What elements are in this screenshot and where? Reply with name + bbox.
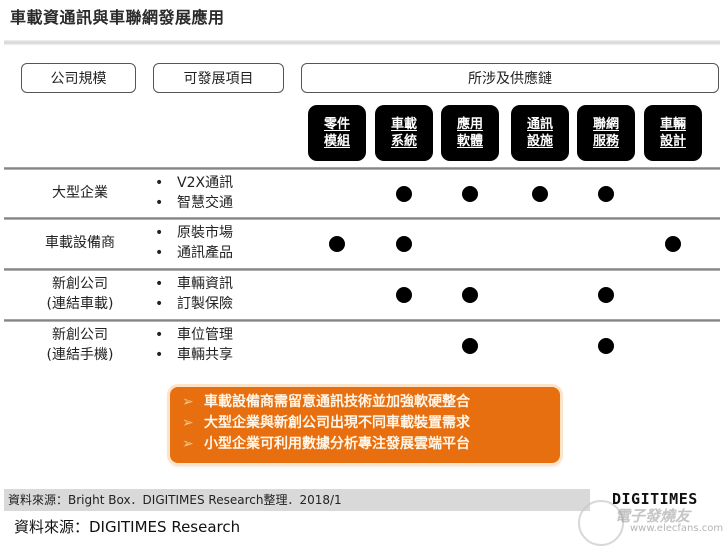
dev-items-cell: 車位管理車輛共享 — [155, 325, 233, 365]
table-row: 大型企業 V2X通訊智慧交通 — [0, 169, 726, 217]
source-bar: 資料來源：Bright Box．DIGITIMES Research整理．201… — [4, 489, 590, 511]
header-supply-chain: 所涉及供應鏈 — [301, 63, 719, 93]
category-line2: 系統 — [390, 134, 417, 149]
involvement-dot — [396, 236, 412, 252]
key-findings-box: 車載設備商需留意通訊技術並加強軟硬整合 大型企業與新創公司出現不同車載裝置需求 … — [170, 387, 560, 463]
involvement-dot — [396, 186, 412, 202]
finding-3: 小型企業可利用數據分析專注發展雲端平台 — [182, 434, 560, 455]
company-scale-cell: 大型企業 — [20, 183, 140, 203]
scale-line2: (連結手機) — [46, 347, 114, 363]
company-scale-cell: 新創公司 (連結車載) — [20, 274, 140, 314]
table-row: 車載設備商 原裝市場通訊產品 — [0, 219, 726, 267]
header-company-scale: 公司規模 — [21, 63, 136, 93]
involvement-dot — [329, 236, 345, 252]
supply-chain-category: 通訊 設施 — [511, 105, 569, 161]
category-line1: 車載 — [390, 117, 417, 132]
scale-line1: 大型企業 — [52, 185, 108, 201]
dev-item: 車位管理 — [155, 325, 233, 345]
source-caption: 資料來源：DIGITIMES Research — [14, 518, 241, 536]
scale-line1: 新創公司 — [52, 327, 108, 343]
category-line2: 模組 — [323, 134, 350, 149]
category-line2: 設施 — [526, 134, 553, 149]
dev-items-cell: 車輛資訊訂製保險 — [155, 274, 233, 314]
involvement-dot — [598, 287, 614, 303]
involvement-dot — [462, 338, 478, 354]
category-line1: 零件 — [323, 117, 350, 132]
scale-line1: 新創公司 — [52, 276, 108, 292]
dev-item: 智慧交通 — [155, 193, 233, 213]
involvement-dot — [396, 287, 412, 303]
category-line1: 通訊 — [526, 117, 553, 132]
involvement-dot — [598, 338, 614, 354]
category-line1: 車輛 — [659, 117, 686, 132]
dev-item: 車輛共享 — [155, 345, 233, 365]
company-scale-cell: 新創公司 (連結手機) — [20, 325, 140, 365]
watermark-url: www.elecfans.com — [630, 523, 724, 534]
diagram-title: 車載資通訊與車聯網發展應用 — [10, 8, 225, 27]
involvement-dot — [462, 186, 478, 202]
scale-line2: (連結車載) — [46, 296, 114, 312]
dev-items-cell: V2X通訊智慧交通 — [155, 173, 233, 213]
supply-chain-category: 零件 模組 — [308, 105, 366, 161]
supply-chain-category: 車輛 設計 — [644, 105, 702, 161]
involvement-dot — [598, 186, 614, 202]
dev-item: 原裝市場 — [155, 223, 233, 243]
company-scale-cell: 車載設備商 — [20, 233, 140, 253]
header-dev-items: 可發展項目 — [153, 63, 284, 93]
title-divider — [4, 40, 720, 45]
dev-item: V2X通訊 — [155, 173, 233, 193]
table-row: 新創公司 (連結車載) 車輛資訊訂製保險 — [0, 270, 726, 318]
dev-items-cell: 原裝市場通訊產品 — [155, 223, 233, 263]
involvement-dot — [532, 186, 548, 202]
category-line2: 軟體 — [456, 134, 483, 149]
category-line1: 應用 — [456, 117, 483, 132]
dev-item: 車輛資訊 — [155, 274, 233, 294]
finding-1: 車載設備商需留意通訊技術並加強軟硬整合 — [182, 392, 560, 413]
supply-chain-category: 應用 軟體 — [441, 105, 499, 161]
table-row: 新創公司 (連結手機) 車位管理車輛共享 — [0, 321, 726, 369]
category-line2: 服務 — [592, 134, 619, 149]
involvement-dot — [462, 287, 478, 303]
finding-2: 大型企業與新創公司出現不同車載裝置需求 — [182, 413, 560, 434]
supply-chain-category: 車載 系統 — [375, 105, 433, 161]
involvement-dot — [665, 236, 681, 252]
scale-line1: 車載設備商 — [45, 235, 115, 251]
category-line2: 設計 — [659, 134, 686, 149]
supply-chain-category: 聯網 服務 — [577, 105, 635, 161]
dev-item: 訂製保險 — [155, 294, 233, 314]
dev-item: 通訊產品 — [155, 243, 233, 263]
category-line1: 聯網 — [592, 117, 619, 132]
